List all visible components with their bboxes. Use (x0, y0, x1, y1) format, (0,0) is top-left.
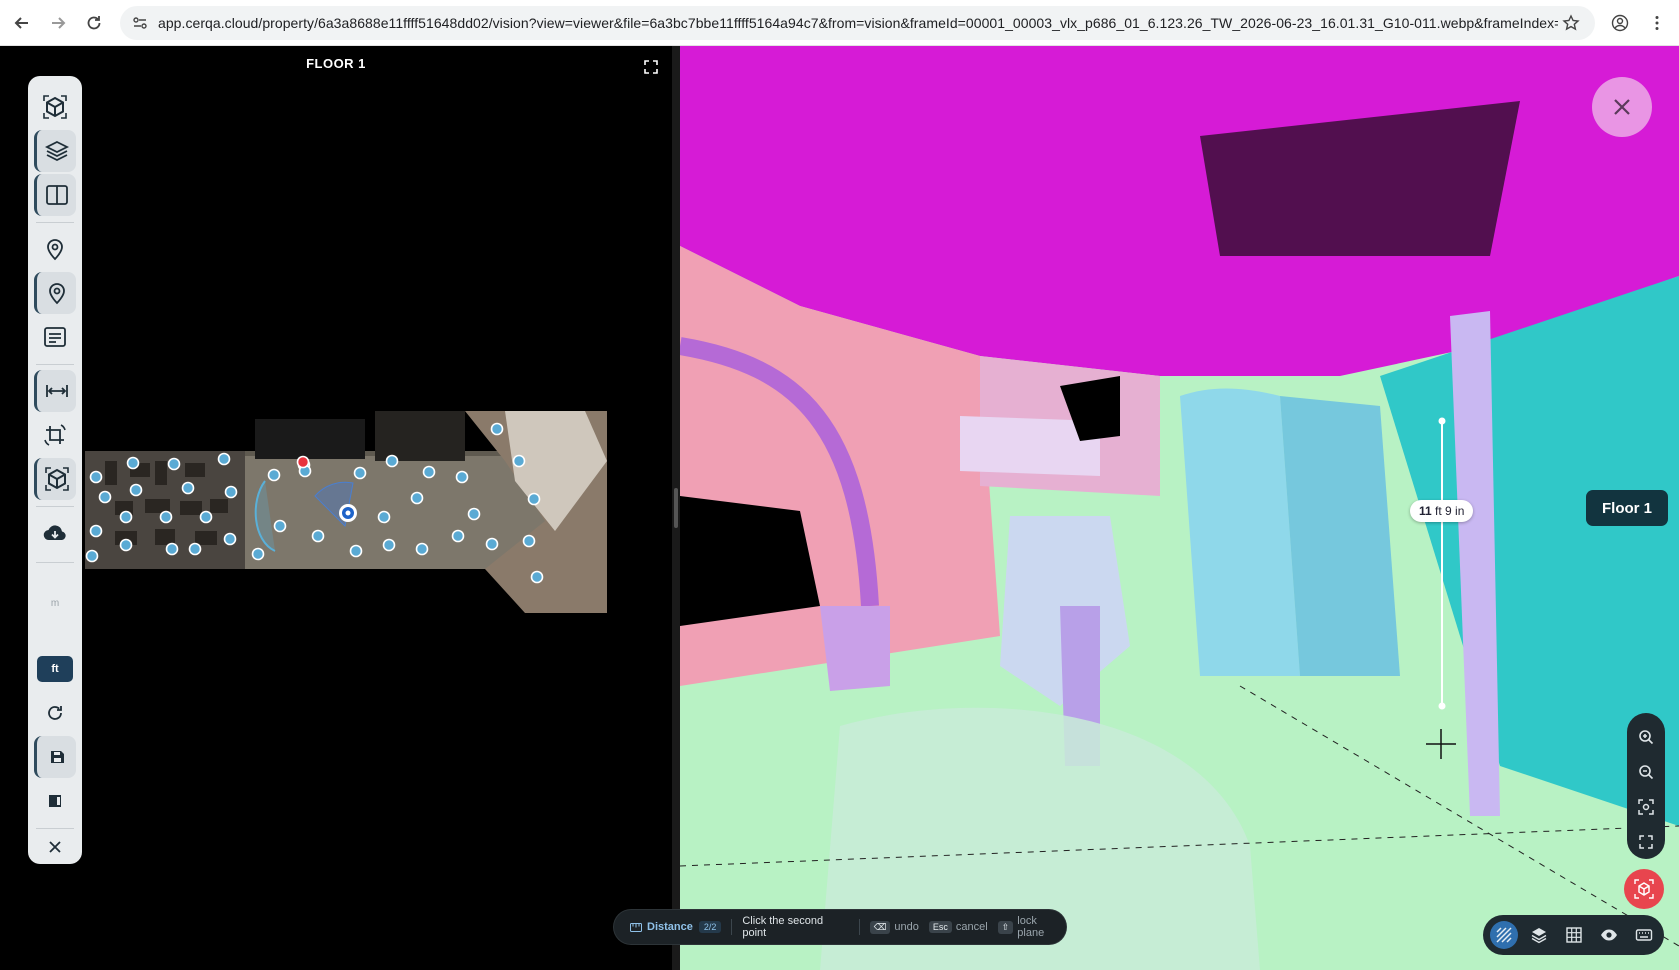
point-cloud-mode-icon[interactable] (1490, 921, 1518, 949)
close-icon (49, 841, 61, 853)
contrast-tool[interactable] (34, 780, 76, 822)
map-pin-icon (47, 239, 63, 261)
close-toolbar-button[interactable] (34, 832, 76, 862)
cube-icon (43, 95, 67, 119)
keyboard-icon[interactable] (1630, 921, 1658, 949)
lock-plane-label: lock plane (1017, 915, 1045, 939)
pin-tool[interactable] (34, 228, 76, 270)
tool-sidebar: m ft (28, 76, 82, 864)
layers-icon (44, 140, 69, 162)
more-menu-icon[interactable] (1645, 11, 1669, 35)
cube-icon (44, 467, 69, 491)
profile-icon[interactable] (1608, 11, 1632, 35)
cancel-label: cancel (955, 921, 988, 933)
unit-meters-toggle[interactable]: m (37, 594, 73, 614)
layers-mode-icon[interactable] (1525, 921, 1553, 949)
map-pin-icon (48, 283, 65, 305)
step-counter: 2/2 (698, 921, 722, 933)
split-view-tool[interactable] (34, 174, 76, 216)
instruction-text: Click the second point (742, 915, 824, 939)
rotate-3d-icon (44, 424, 66, 446)
floorplan-image (85, 411, 607, 613)
zoom-controls (1627, 713, 1665, 859)
save-tool[interactable] (34, 736, 76, 778)
split-view-icon (45, 185, 68, 205)
fullscreen-icon[interactable] (1634, 830, 1658, 854)
refresh-icon (48, 706, 62, 720)
cube-scan-icon (1634, 879, 1654, 899)
floorplan-map[interactable] (85, 401, 607, 613)
back-arrow-icon[interactable] (10, 11, 34, 35)
grid-mode-icon[interactable] (1560, 921, 1588, 949)
rotate-tool[interactable] (34, 414, 76, 456)
reset-tool[interactable] (34, 692, 76, 734)
pane-divider-handle[interactable] (674, 488, 678, 528)
measure-distance-tool[interactable] (34, 370, 76, 412)
measurement-value: 11 (1419, 504, 1432, 518)
focus-target-icon[interactable] (1634, 795, 1658, 819)
address-bar[interactable]: app.cerqa.cloud/property/6a3a8688e11ffff… (120, 6, 1595, 40)
expand-icon[interactable] (644, 60, 658, 74)
save-icon (50, 751, 64, 763)
floorplan-pane: FLOOR 1 m ft (0, 46, 672, 970)
cloud-download-tool[interactable] (34, 512, 76, 554)
point-cloud-viewer[interactable] (680, 46, 1679, 970)
close-viewer-button[interactable] (1592, 77, 1652, 137)
close-icon (1614, 99, 1630, 115)
bookmark-star-icon[interactable] (1559, 11, 1583, 35)
zoom-out-icon[interactable] (1634, 760, 1658, 784)
3d-cube-tool[interactable] (34, 86, 76, 128)
url-text: app.cerqa.cloud/property/6a3a8688e11ffff… (158, 15, 1558, 31)
zoom-in-icon[interactable] (1634, 725, 1658, 749)
notes-tool[interactable] (34, 316, 76, 358)
reload-icon[interactable] (82, 11, 106, 35)
undo-key: ⌫ (869, 920, 891, 934)
point-cloud-scene (680, 46, 1679, 970)
ruler-distance-icon (45, 385, 68, 397)
view-mode-toolbar (1483, 915, 1664, 955)
unit-feet-toggle[interactable]: ft (37, 656, 73, 682)
lock-plane-key: ⇧ (997, 920, 1014, 934)
3d-view-tool[interactable] (34, 458, 76, 500)
pin-list-tool[interactable] (34, 272, 76, 314)
browser-toolbar: app.cerqa.cloud/property/6a3a8688e11ffff… (0, 0, 1679, 46)
cloud-download-icon (43, 525, 66, 541)
visibility-eye-icon[interactable] (1595, 921, 1623, 949)
forward-arrow-icon[interactable] (46, 11, 70, 35)
contrast-icon (49, 795, 61, 807)
cancel-key: Esc (928, 921, 952, 933)
scan-mode-button[interactable] (1624, 869, 1664, 909)
tool-name: Distance (647, 921, 693, 933)
measurement-unit: ft 9 in (1431, 504, 1465, 518)
floor-title: FLOOR 1 (306, 56, 366, 71)
floor-badge[interactable]: Floor 1 (1586, 490, 1668, 526)
measurement-status-bar: Distance 2/2 Click the second point ⌫ und… (614, 910, 1066, 944)
site-settings-icon[interactable] (132, 15, 148, 31)
layers-tool[interactable] (34, 130, 76, 172)
measurement-label: 11 ft 9 in (1410, 500, 1474, 522)
ruler-icon (630, 922, 642, 932)
notes-icon (44, 327, 66, 347)
undo-label: undo (894, 921, 919, 933)
